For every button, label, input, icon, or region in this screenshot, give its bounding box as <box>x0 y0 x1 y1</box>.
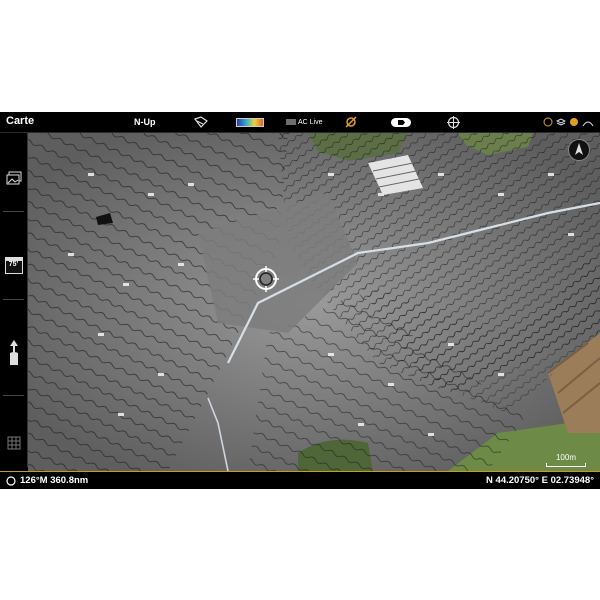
color-palette-bar[interactable] <box>236 114 264 130</box>
device-screen: Carte N-Up AC Live 75' 100m 126°M 360.8n… <box>0 112 600 489</box>
contour-map[interactable] <box>28 133 600 471</box>
scale-label: 100m <box>555 453 576 462</box>
chart-tilt-icon[interactable] <box>192 114 210 130</box>
ac-live-button[interactable]: AC Live <box>286 114 323 130</box>
sidebar-divider <box>3 211 24 212</box>
satellite-icon[interactable] <box>343 114 359 130</box>
boat-toggle-icon[interactable] <box>390 114 412 130</box>
range-value: 75' <box>8 260 19 268</box>
ac-live-icon <box>286 119 296 125</box>
map-scale: 100m <box>546 453 586 467</box>
gps-icon <box>582 121 594 127</box>
layers-icon <box>556 118 566 126</box>
status-bar: 126°M 360.8nm N 44.20750° E 02.73948° <box>0 471 600 489</box>
heading-readout: 126°M 360.8nm <box>6 475 88 486</box>
top-bar: Carte N-Up AC Live <box>0 112 600 133</box>
alarm-icon <box>543 117 553 127</box>
coordinates: N 44.20750° E 02.73948° <box>486 475 594 486</box>
chart-map[interactable]: 100m <box>28 133 600 471</box>
gps-status-icons[interactable] <box>543 114 594 130</box>
sidebar-divider <box>3 299 24 300</box>
heading-distance: 126°M 360.8nm <box>20 475 89 486</box>
image-view-icon <box>6 171 21 185</box>
heading-icon <box>6 475 16 486</box>
compass-north-icon[interactable] <box>568 139 590 161</box>
ac-live-label: AC Live <box>298 118 323 126</box>
boat-button[interactable] <box>0 333 27 373</box>
orientation-label: N-Up <box>134 117 156 127</box>
sidebar-divider <box>3 395 24 396</box>
range-button[interactable]: 75' <box>0 245 27 285</box>
grid-button[interactable] <box>0 423 27 463</box>
scale-bar <box>546 463 586 467</box>
grid-icon <box>7 436 20 450</box>
crosshair-icon[interactable] <box>445 114 461 130</box>
orientation-button[interactable]: N-Up <box>134 114 156 130</box>
cursor-target-icon[interactable] <box>253 266 279 292</box>
sonar-icon <box>570 118 578 126</box>
boat-icon <box>9 340 18 365</box>
page-title: Carte <box>6 115 35 127</box>
range-75-icon: 75' <box>4 256 23 274</box>
left-sidebar: 75' <box>0 133 28 467</box>
image-view-button[interactable] <box>0 158 27 198</box>
